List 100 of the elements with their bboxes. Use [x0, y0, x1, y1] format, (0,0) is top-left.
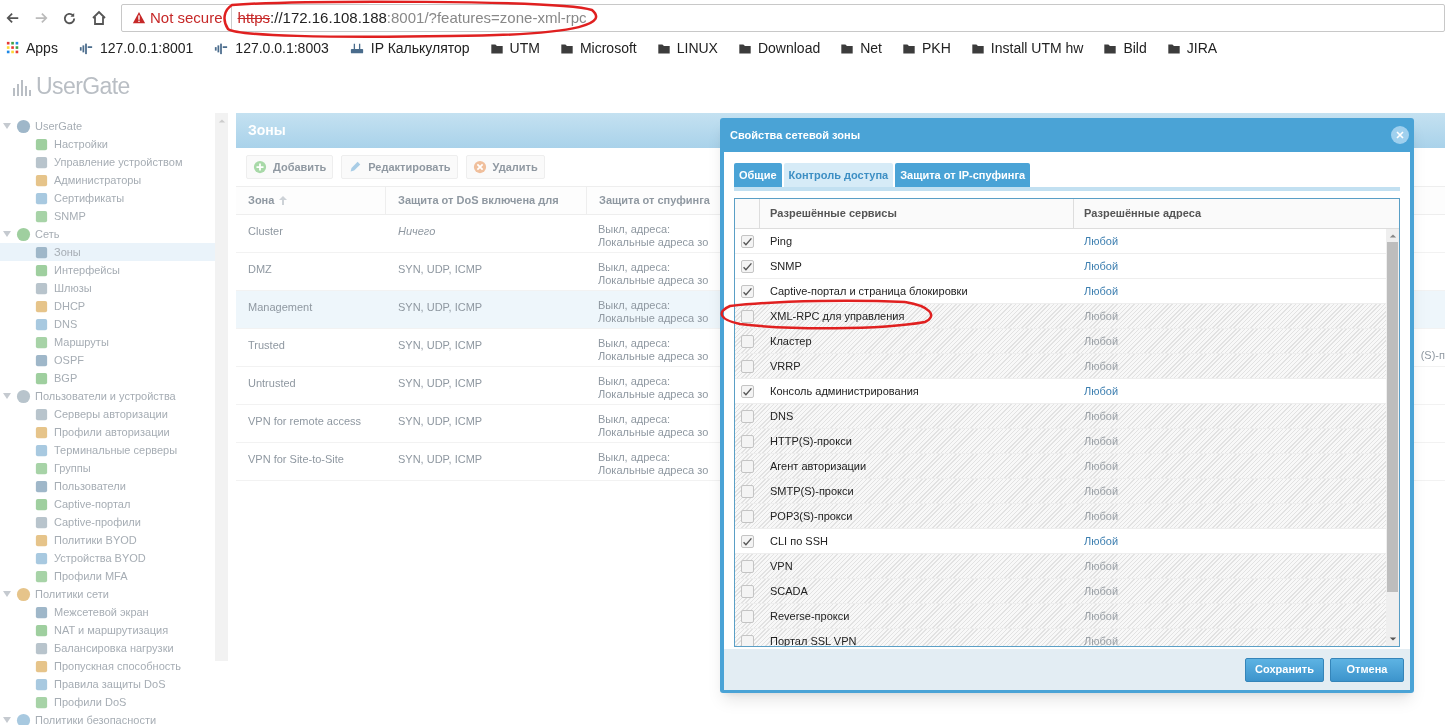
sidebar-item[interactable]: Captive-профили	[0, 513, 215, 531]
sidebar-item[interactable]: BGP	[0, 369, 215, 387]
sidebar-item[interactable]: Устройства BYOD	[0, 549, 215, 567]
bookmark[interactable]: PKH	[902, 37, 951, 59]
address-link[interactable]: Любой	[1084, 534, 1119, 547]
bookmark[interactable]: Microsoft	[559, 37, 637, 59]
scrollbar[interactable]	[215, 113, 228, 661]
sidebar-item[interactable]: Межсетевой экран	[0, 603, 215, 621]
tab[interactable]: Защита от IP-спуфинга	[895, 163, 1031, 187]
home-icon[interactable]	[91, 10, 107, 26]
close-button[interactable]	[1391, 126, 1409, 144]
sidebar-item[interactable]: Маршруты	[0, 333, 215, 351]
address-link[interactable]: Любой	[1084, 359, 1119, 372]
checkbox[interactable]	[741, 334, 754, 348]
address-link[interactable]: Любой	[1084, 434, 1119, 447]
sidebar-item[interactable]: NAT и маршрутизация	[0, 621, 215, 639]
checkbox[interactable]	[741, 234, 754, 248]
table-row[interactable]: SMTP(S)-прокси Любой	[735, 479, 1386, 504]
sidebar-item[interactable]: Пропускная способность	[0, 657, 215, 675]
sidebar-item[interactable]: Зоны	[0, 243, 215, 261]
checkbox[interactable]	[741, 409, 754, 423]
checkbox[interactable]	[741, 434, 754, 448]
sidebar-item[interactable]: Правила защиты DoS	[0, 675, 215, 693]
forward-icon[interactable]	[34, 11, 48, 25]
table-row[interactable]: Reverse-прокси Любой	[735, 604, 1386, 629]
checkbox[interactable]	[741, 284, 754, 298]
address-link[interactable]: Любой	[1084, 559, 1119, 572]
address-link[interactable]: Любой	[1084, 234, 1119, 247]
bookmark[interactable]: IP Калькулятор	[348, 37, 470, 59]
checkbox[interactable]	[741, 609, 754, 623]
table-row[interactable]: Кластер Любой	[735, 329, 1386, 354]
column-header[interactable]: Защита от DoS включена для	[386, 187, 587, 214]
toolbar-button[interactable]: Добавить	[246, 155, 334, 179]
scroll-up-icon[interactable]	[217, 117, 226, 125]
sidebar-item[interactable]: Интерфейсы	[0, 261, 215, 279]
expand-arrow-icon[interactable]	[2, 229, 12, 239]
checkbox[interactable]	[741, 259, 754, 273]
scrollbar[interactable]	[1386, 229, 1399, 646]
table-row[interactable]: XML-RPC для управления Любой	[735, 304, 1386, 329]
address-link[interactable]: Любой	[1084, 634, 1119, 646]
address-link[interactable]: Любой	[1084, 584, 1119, 597]
sidebar-item[interactable]: Профили авторизации	[0, 423, 215, 441]
sidebar-group[interactable]: Политики сети	[0, 585, 215, 603]
address-link[interactable]: Любой	[1084, 334, 1119, 347]
sidebar-item[interactable]: Управление устройством	[0, 153, 215, 171]
scroll-thumb[interactable]	[1387, 242, 1398, 592]
column-header[interactable]: Зона	[236, 187, 386, 214]
sidebar-item[interactable]: Профили MFA	[0, 567, 215, 585]
scroll-down-icon[interactable]	[1388, 635, 1397, 643]
address-bar[interactable]: Not secure https://172.16.108.188:8001/?features=zone-xml-rpc	[121, 4, 1445, 32]
sidebar-item[interactable]: SNMP	[0, 207, 215, 225]
bookmark[interactable]: Install UTM hw	[970, 37, 1084, 59]
bookmark[interactable]: JIRA	[1166, 37, 1218, 59]
address-link[interactable]: Любой	[1084, 409, 1119, 422]
address-link[interactable]: Любой	[1084, 509, 1119, 522]
checkbox[interactable]	[741, 634, 754, 646]
sidebar-item[interactable]: DNS	[0, 315, 215, 333]
checkbox[interactable]	[741, 534, 754, 548]
bookmark[interactable]: Bild	[1103, 37, 1147, 59]
address-link[interactable]: Любой	[1084, 384, 1119, 397]
sidebar-item[interactable]: Терминальные серверы	[0, 441, 215, 459]
sidebar-item[interactable]: OSPF	[0, 351, 215, 369]
address-link[interactable]: Любой	[1084, 609, 1119, 622]
expand-arrow-icon[interactable]	[2, 589, 12, 599]
sidebar-item[interactable]: Балансировка нагрузки	[0, 639, 215, 657]
table-row[interactable]: POP3(S)-прокси Любой	[735, 504, 1386, 529]
table-row[interactable]: HTTP(S)-прокси Любой	[735, 429, 1386, 454]
bookmark[interactable]: Net	[840, 37, 882, 59]
address-link[interactable]: Любой	[1084, 484, 1119, 497]
bookmark[interactable]: Apps	[6, 37, 58, 59]
sidebar-item[interactable]: Администраторы	[0, 171, 215, 189]
toolbar-button[interactable]: Редактировать	[341, 155, 458, 179]
sidebar-item[interactable]: Группы	[0, 459, 215, 477]
sidebar-item[interactable]: Шлюзы	[0, 279, 215, 297]
expand-arrow-icon[interactable]	[2, 391, 12, 401]
expand-arrow-icon[interactable]	[2, 715, 12, 725]
sidebar-item[interactable]: DHCP	[0, 297, 215, 315]
table-row[interactable]: VPN Любой	[735, 554, 1386, 579]
sidebar-item[interactable]: Captive-портал	[0, 495, 215, 513]
sidebar-group[interactable]: Политики безопасности	[0, 711, 215, 725]
address-link[interactable]: Любой	[1084, 459, 1119, 472]
sidebar-item[interactable]: Политики BYOD	[0, 531, 215, 549]
checkbox[interactable]	[741, 384, 754, 398]
table-row[interactable]: Агент авторизации Любой	[735, 454, 1386, 479]
reload-icon[interactable]	[62, 10, 77, 26]
toolbar-button[interactable]: Удалить	[465, 155, 545, 179]
expand-arrow-icon[interactable]	[2, 121, 12, 131]
bookmark[interactable]: UTM	[489, 37, 540, 59]
table-row[interactable]: DNS Любой	[735, 404, 1386, 429]
bookmark[interactable]: Download	[737, 37, 821, 59]
tab[interactable]: Общие	[734, 163, 782, 187]
column-header[interactable]: Разрешённые адреса	[1074, 199, 1399, 228]
address-link[interactable]: Любой	[1084, 259, 1119, 272]
checkbox[interactable]	[741, 309, 754, 323]
table-row[interactable]: SCADA Любой	[735, 579, 1386, 604]
bookmark[interactable]: 127.0.0.1:8003	[213, 37, 329, 59]
table-row[interactable]: VRRP Любой	[735, 354, 1386, 379]
sidebar-item[interactable]: Профили DoS	[0, 693, 215, 711]
sidebar-group[interactable]: UserGate	[0, 117, 215, 135]
tab[interactable]: Контроль доступа	[783, 163, 894, 187]
